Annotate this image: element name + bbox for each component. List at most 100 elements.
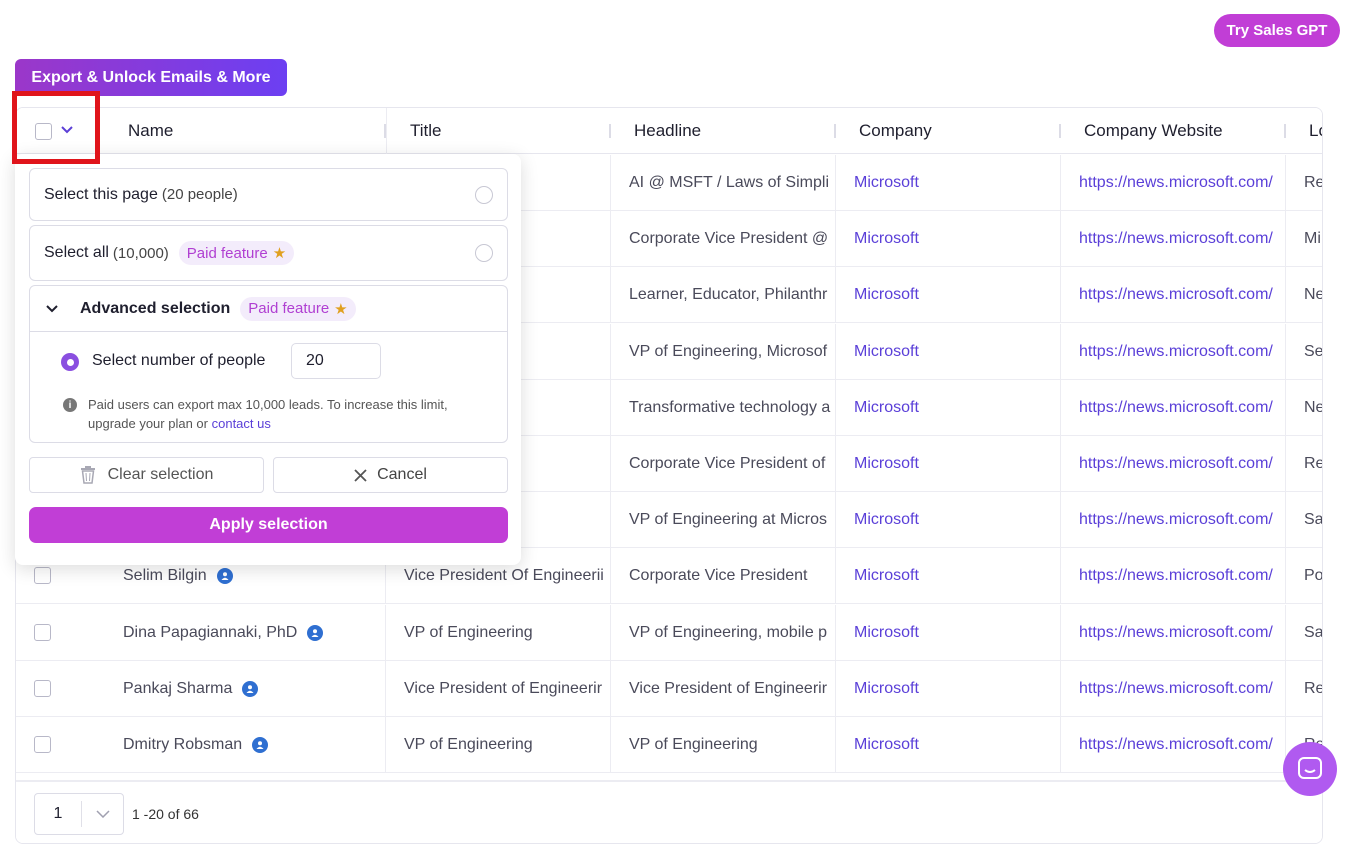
cell-website[interactable]: https://news.microsoft.com/ [1061, 548, 1286, 605]
column-header-company-website[interactable]: Company Website [1061, 108, 1286, 154]
people-count-input[interactable] [291, 343, 381, 379]
chat-launcher[interactable] [1283, 742, 1337, 796]
select-all-checkbox[interactable] [35, 123, 52, 140]
cell-website[interactable]: https://news.microsoft.com/ [1061, 604, 1286, 661]
cell-name: Dmitry Robsman [106, 717, 386, 773]
clear-selection-button[interactable]: Clear selection [29, 457, 264, 493]
crown-icon: ★ [272, 245, 287, 262]
column-header-company[interactable]: Company [836, 108, 1061, 154]
cell-location: Re [1286, 661, 1322, 717]
person-verified-icon [252, 737, 269, 753]
advanced-selection-toggle[interactable]: Advanced selection Paid feature ★ [30, 286, 507, 332]
cell-headline: Learner, Educator, Philanthr [611, 267, 836, 324]
cell-location: Re [1286, 436, 1322, 492]
cell-headline: Transformative technology a [611, 379, 836, 436]
cell-headline: Corporate Vice President of [611, 436, 836, 492]
cell-headline: Vice President of Engineerir [611, 660, 836, 717]
cancel-button[interactable]: Cancel [273, 457, 508, 493]
cell-company[interactable]: Microsoft [836, 436, 1061, 492]
column-header-headline[interactable]: Headline [611, 108, 836, 154]
chat-icon [1297, 756, 1323, 782]
page-range-text: 1 -20 of 66 [132, 806, 199, 822]
cell-company[interactable]: Microsoft [836, 155, 1061, 211]
cell-location: Ne [1286, 380, 1322, 436]
cell-company[interactable]: Microsoft [836, 323, 1061, 380]
paid-feature-badge: Paid feature ★ [240, 296, 356, 321]
cell-name: Dina Papagiannaki, PhD [106, 604, 386, 661]
info-icon: i [63, 398, 77, 412]
contact-us-link[interactable]: contact us [212, 416, 271, 431]
person-verified-icon [216, 568, 233, 585]
cell-headline: AI @ MSFT / Laws of Simpli [611, 155, 836, 211]
row-checkbox[interactable] [34, 736, 51, 753]
cell-title: Vice President of Engineerir [386, 660, 611, 717]
pagination-bar: 1 1 -20 of 66 [16, 780, 1322, 843]
try-sales-gpt-button[interactable]: Try Sales GPT [1214, 14, 1340, 47]
column-header-location[interactable]: Lo [1286, 108, 1322, 154]
advanced-selection-panel: Advanced selection Paid feature ★ Select… [29, 285, 508, 443]
apply-selection-button[interactable]: Apply selection [29, 507, 508, 543]
cell-website[interactable]: https://news.microsoft.com/ [1061, 717, 1286, 773]
table-row[interactable]: Dina Papagiannaki, PhD VP of Engineering V… [16, 604, 1322, 661]
export-unlock-button[interactable]: Export & Unlock Emails & More [15, 59, 287, 96]
cell-location: Se [1286, 324, 1322, 380]
close-icon [354, 468, 367, 482]
select-page-radio[interactable] [475, 186, 493, 204]
paid-feature-badge: Paid feature ★ [178, 241, 295, 265]
chevron-down-icon [82, 810, 123, 818]
cell-headline: Corporate Vice President [611, 548, 836, 605]
cell-company[interactable]: Microsoft [836, 717, 1061, 773]
cell-title: VP of Engineering [386, 717, 611, 773]
cell-company[interactable]: Microsoft [836, 379, 1061, 436]
chevron-down-icon[interactable] [57, 120, 77, 140]
crown-icon: ★ [334, 300, 348, 318]
cell-location: Po [1286, 548, 1322, 604]
select-number-radio[interactable] [61, 353, 79, 371]
table-row[interactable]: Pankaj Sharma Vice President of Engineeri… [16, 660, 1322, 717]
cell-name: Pankaj Sharma [106, 660, 386, 717]
trash-icon [80, 466, 96, 484]
person-verified-icon [307, 624, 324, 641]
cell-title: VP of Engineering [386, 604, 611, 661]
cell-company[interactable]: Microsoft [836, 548, 1061, 605]
person-verified-icon [242, 680, 259, 697]
cell-website[interactable]: https://news.microsoft.com/ [1061, 267, 1286, 324]
column-header-name[interactable]: Name [128, 108, 386, 154]
row-checkbox[interactable] [34, 623, 51, 641]
limit-info-text: Paid users can export max 10,000 leads. … [88, 397, 448, 431]
cell-location: Sa [1286, 605, 1322, 661]
cell-company[interactable]: Microsoft [836, 211, 1061, 268]
select-all-option[interactable]: Select all (10,000) Paid feature ★ [29, 225, 508, 281]
row-checkbox[interactable] [34, 567, 51, 585]
cell-location: Re [1286, 155, 1322, 211]
cell-headline: Corporate Vice President @ [611, 211, 836, 268]
table-row[interactable]: Dmitry Robsman VP of Engineering VP of Eng… [16, 717, 1322, 773]
cell-location: Sa [1286, 492, 1322, 548]
cell-company[interactable]: Microsoft [836, 492, 1061, 549]
cell-website[interactable]: https://news.microsoft.com/ [1061, 492, 1286, 549]
selection-dropdown: Select this page (20 people) Select all … [15, 154, 521, 565]
select-all-radio[interactable] [475, 244, 493, 262]
cell-website[interactable]: https://news.microsoft.com/ [1061, 660, 1286, 717]
column-header-title[interactable]: Title [386, 108, 611, 154]
cell-headline: VP of Engineering at Micros [611, 492, 836, 549]
cell-location: Ne [1286, 267, 1322, 323]
cell-website[interactable]: https://news.microsoft.com/ [1061, 436, 1286, 492]
select-this-page-option[interactable]: Select this page (20 people) [29, 168, 508, 221]
cell-website[interactable]: https://news.microsoft.com/ [1061, 155, 1286, 211]
chevron-down-icon [46, 304, 64, 313]
select-number-label: Select number of people [92, 352, 266, 369]
cell-website[interactable]: https://news.microsoft.com/ [1061, 379, 1286, 436]
cell-company[interactable]: Microsoft [836, 604, 1061, 661]
cell-company[interactable]: Microsoft [836, 660, 1061, 717]
cell-headline: VP of Engineering [611, 717, 836, 773]
cell-headline: VP of Engineering, Microsof [611, 323, 836, 380]
cell-website[interactable]: https://news.microsoft.com/ [1061, 323, 1286, 380]
cell-location: Mi [1286, 211, 1322, 267]
page-select[interactable]: 1 [34, 793, 124, 835]
cell-company[interactable]: Microsoft [836, 267, 1061, 324]
table-header: Name Title Headline Company Company Webs… [16, 108, 1322, 154]
cell-headline: VP of Engineering, mobile p [611, 604, 836, 661]
row-checkbox[interactable] [34, 679, 51, 697]
cell-website[interactable]: https://news.microsoft.com/ [1061, 211, 1286, 268]
